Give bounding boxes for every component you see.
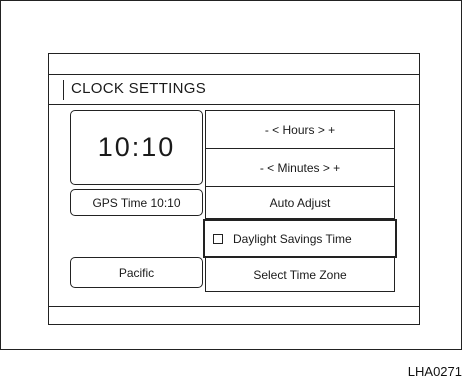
clock-display: 10:10	[70, 110, 203, 185]
illustration-frame: CLOCK SETTINGS 10:10 GPS Time 10:10 Paci…	[0, 0, 462, 350]
hours-label: - < Hours > +	[264, 122, 336, 137]
title-bar: CLOCK SETTINGS	[49, 74, 419, 105]
hours-adjust-button[interactable]: - < Hours > +	[205, 110, 395, 149]
gps-time-label: GPS Time 10:10	[92, 195, 181, 210]
time-zone-display: Pacific	[70, 257, 203, 288]
title-tick-mark	[63, 80, 64, 100]
minutes-adjust-button[interactable]: - < Minutes > +	[205, 148, 395, 187]
auto-adjust-button[interactable]: Auto Adjust	[205, 186, 395, 219]
daylight-savings-checkbox[interactable]	[213, 233, 223, 244]
daylight-savings-toggle[interactable]: Daylight Savings Time	[203, 219, 397, 258]
auto-adjust-label: Auto Adjust	[269, 195, 331, 210]
gps-time-display: GPS Time 10:10	[70, 189, 203, 216]
select-time-zone-label: Select Time Zone	[253, 267, 347, 282]
figure-reference-code: LHA0271	[407, 364, 462, 379]
clock-settings-screen: CLOCK SETTINGS 10:10 GPS Time 10:10 Paci…	[48, 53, 420, 325]
screen-title: CLOCK SETTINGS	[71, 80, 207, 97]
daylight-savings-label: Daylight Savings Time	[233, 231, 352, 246]
select-time-zone-button[interactable]: Select Time Zone	[205, 257, 395, 292]
time-zone-label: Pacific	[118, 265, 155, 280]
minutes-label: - < Minutes > +	[259, 160, 341, 175]
bottom-divider	[49, 306, 419, 307]
clock-time: 10:10	[97, 132, 176, 162]
